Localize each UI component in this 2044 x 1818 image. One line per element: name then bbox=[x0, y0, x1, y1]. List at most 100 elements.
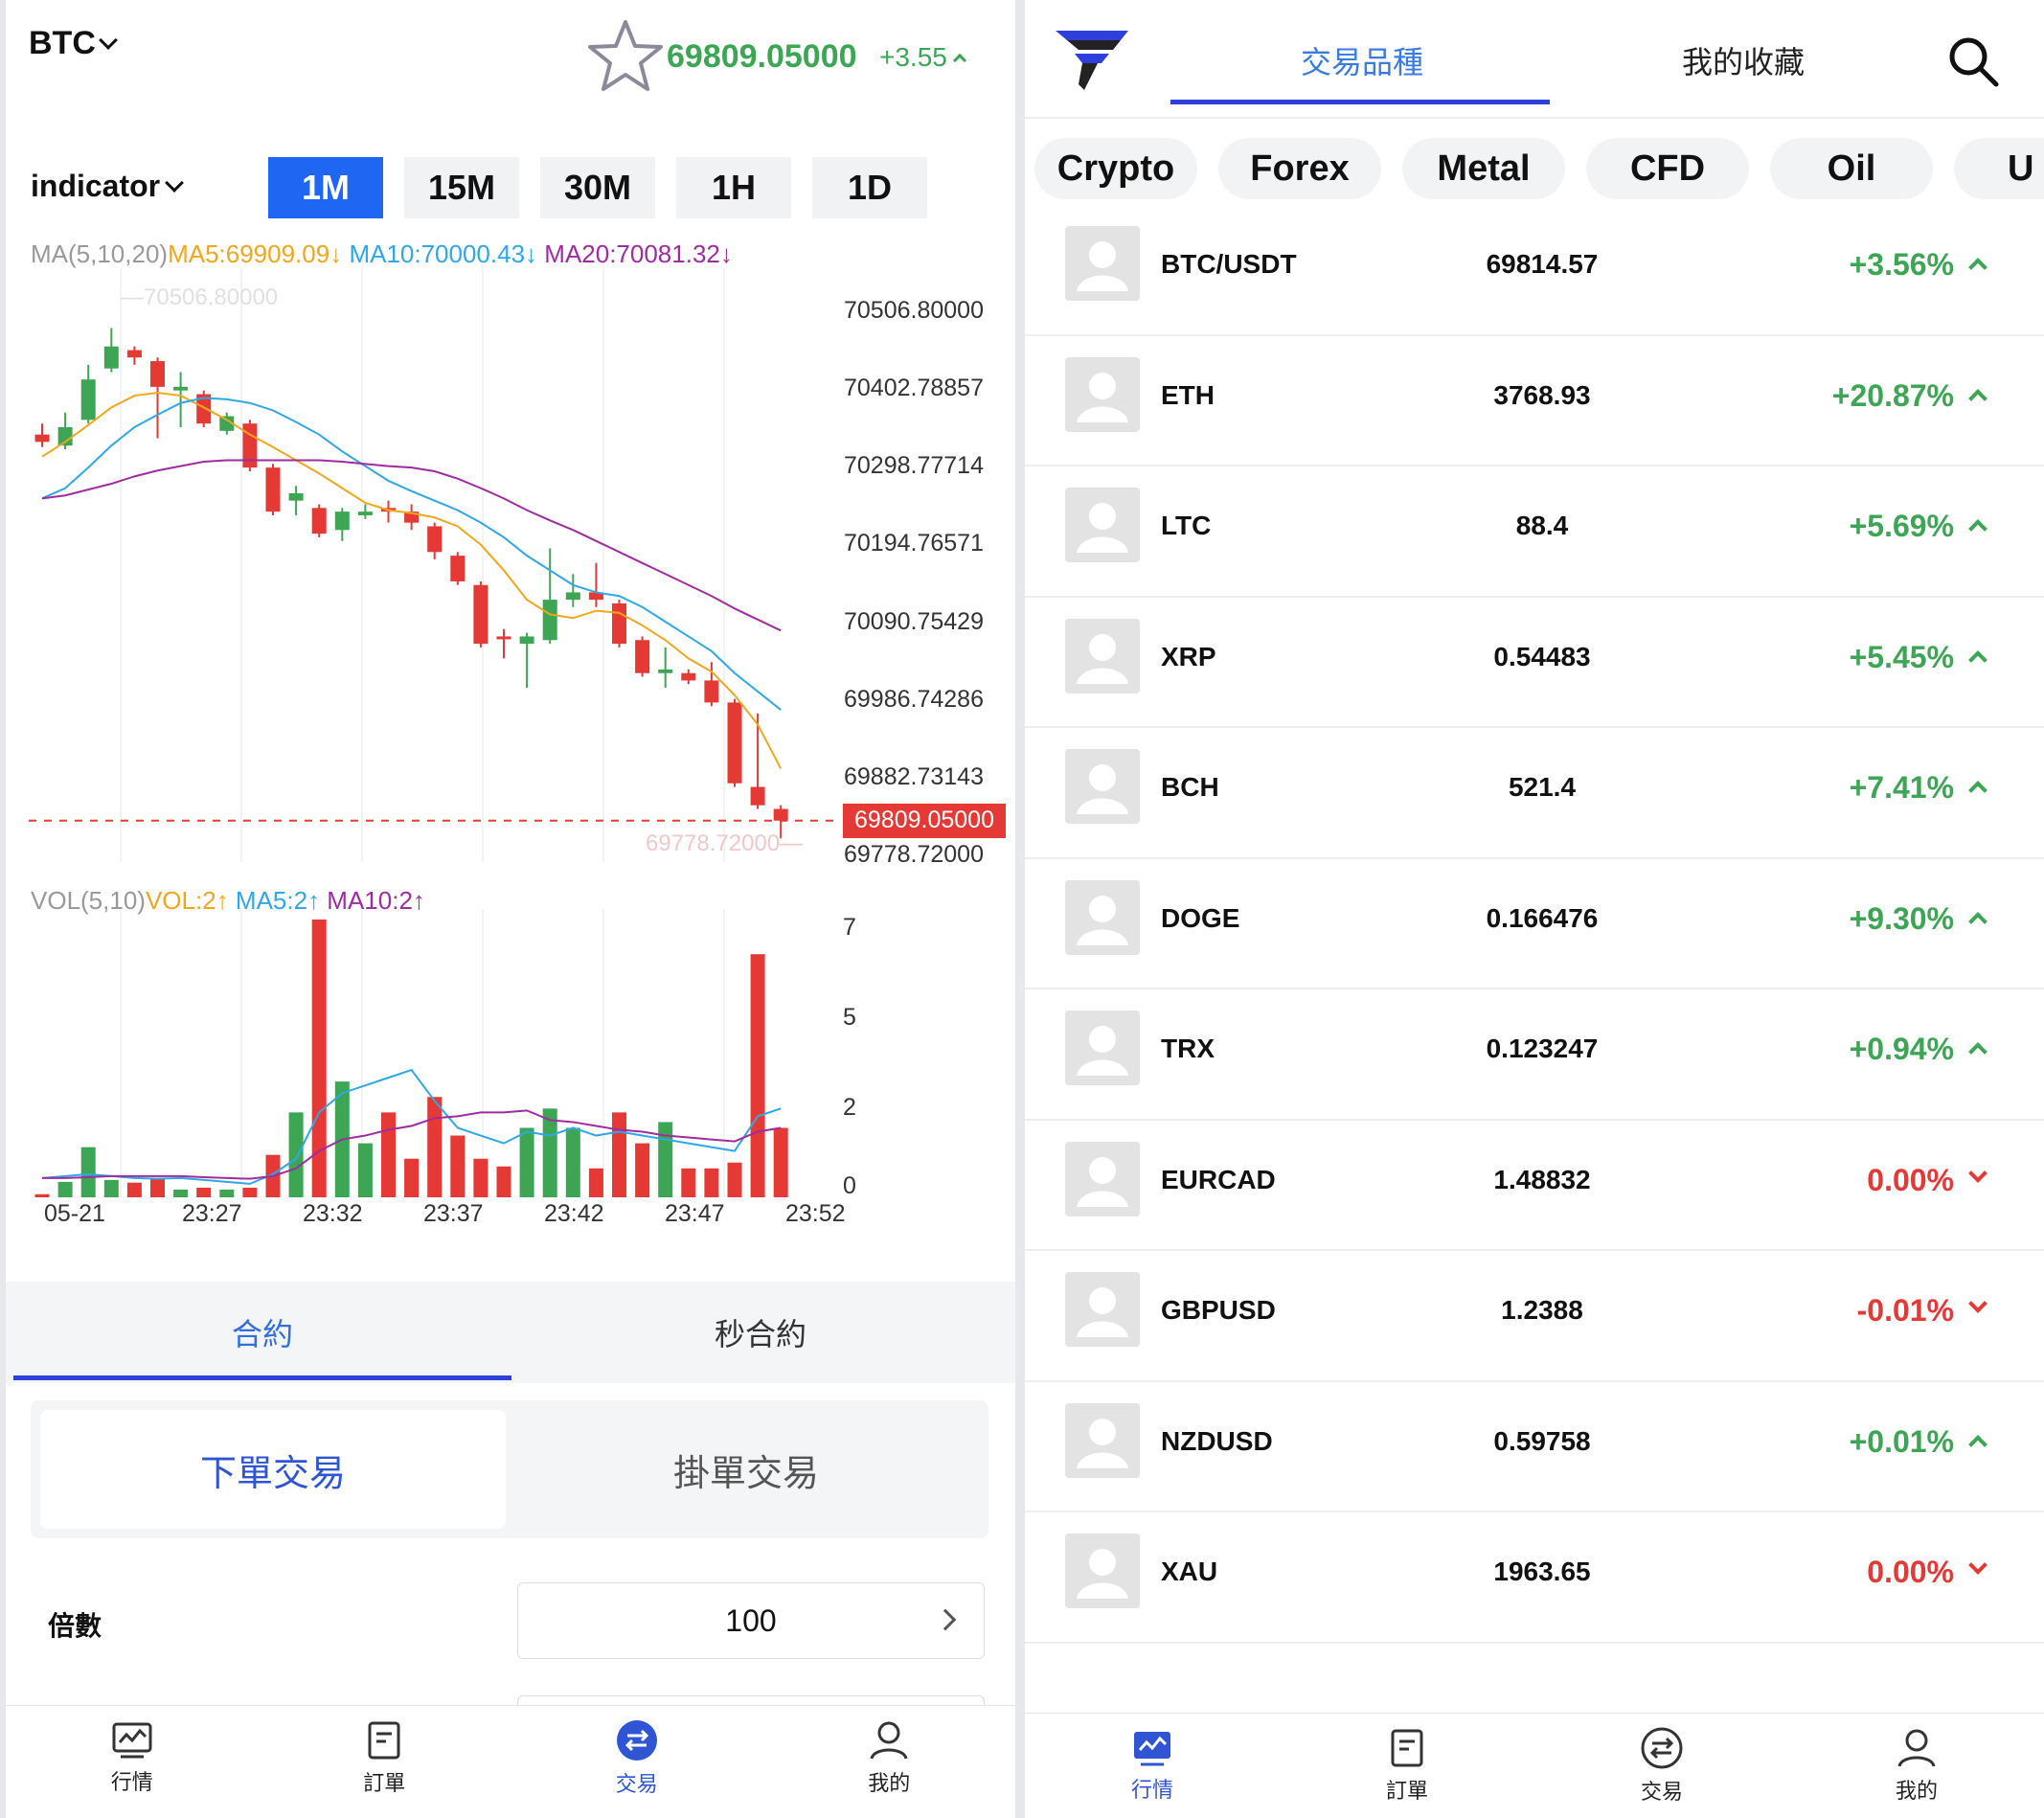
instrument-row[interactable]: NZDUSD 0.59758 +0.01% bbox=[1025, 1382, 2044, 1512]
nav-orders[interactable]: 訂單 bbox=[1280, 1714, 1534, 1818]
chart-monitor-icon bbox=[1134, 1731, 1170, 1765]
chevron-up-icon bbox=[952, 53, 966, 68]
instrument-row[interactable]: LTC 88.4 +5.69% bbox=[1025, 466, 2044, 598]
symbol-selector[interactable]: BTC bbox=[29, 25, 118, 62]
nav-label: 交易 bbox=[615, 1771, 658, 1796]
category-cfd[interactable]: CFD bbox=[1586, 138, 1749, 199]
category-oil[interactable]: Oil bbox=[1770, 138, 1933, 199]
candle-body bbox=[173, 386, 189, 391]
category-metal[interactable]: Metal bbox=[1402, 138, 1565, 199]
tab-second-contract[interactable]: 秒合約 bbox=[511, 1282, 1010, 1383]
instrument-name: BTC/USDT bbox=[1161, 249, 1297, 279]
instrument-row[interactable]: BCH 521.4 +7.41% bbox=[1025, 728, 2044, 859]
candle-body bbox=[727, 702, 742, 784]
indicator-label: indicator bbox=[31, 169, 161, 203]
instrument-name: DOGE bbox=[1161, 902, 1240, 933]
volume-bar bbox=[34, 1193, 50, 1197]
price-change-value: +3.55 bbox=[879, 42, 947, 72]
category-crypto[interactable]: Crypto bbox=[1034, 138, 1197, 199]
instrument-row[interactable]: EURCAD 1.48832 0.00% bbox=[1025, 1121, 2044, 1251]
instrument-name: TRX bbox=[1161, 1034, 1215, 1063]
timeframe-15m[interactable]: 15M bbox=[404, 157, 519, 218]
exchange-icon bbox=[1641, 1727, 1683, 1768]
candle-body bbox=[427, 526, 443, 553]
candle-body bbox=[542, 600, 557, 641]
instrument-name: NZDUSD bbox=[1161, 1425, 1273, 1456]
timeframe-1h[interactable]: 1H bbox=[676, 157, 791, 218]
instrument-price: 1.2388 bbox=[1501, 1295, 1583, 1325]
instrument-row[interactable]: XRP 0.54483 +5.45% bbox=[1025, 598, 2044, 728]
instrument-price: 0.54483 bbox=[1493, 641, 1591, 671]
user-placeholder-icon bbox=[1065, 1402, 1140, 1478]
ma5-arrow-icon: ↓ bbox=[329, 239, 343, 268]
x-tick-label: 23:52 bbox=[785, 1200, 846, 1227]
tab-favorites[interactable]: 我的收藏 bbox=[1682, 38, 1805, 82]
order-type-switch: 下單交易 掛單交易 bbox=[31, 1400, 988, 1538]
instrument-name: BCH bbox=[1161, 772, 1219, 802]
volume-tick-label: 0 bbox=[843, 1172, 856, 1199]
market-order-button[interactable]: 下單交易 bbox=[40, 1410, 506, 1529]
tab-contract[interactable]: 合約 bbox=[13, 1282, 511, 1383]
nav-profile[interactable]: 我的 bbox=[763, 1706, 1016, 1810]
nav-label: 交易 bbox=[1640, 1779, 1683, 1804]
timeframe-1m[interactable]: 1M bbox=[268, 157, 383, 218]
nav-market[interactable]: 行情 bbox=[1025, 1714, 1280, 1818]
x-tick-label: 23:32 bbox=[303, 1200, 363, 1227]
instrument-price: 0.166476 bbox=[1486, 902, 1599, 933]
chevron-up-icon bbox=[1968, 258, 1987, 277]
ma20-value: MA20:70081.32 bbox=[544, 239, 720, 268]
timeframe-1d[interactable]: 1D bbox=[812, 157, 927, 218]
favorite-star-icon[interactable] bbox=[586, 17, 665, 94]
volume-bar bbox=[496, 1166, 511, 1197]
volume-bar bbox=[196, 1187, 212, 1197]
instrument-price: 521.4 bbox=[1508, 772, 1577, 802]
instrument-change: +3.56% bbox=[1849, 247, 1954, 282]
instrument-row[interactable]: BTC/USDT 69814.57 +3.56% bbox=[1025, 205, 2044, 336]
instrument-row[interactable]: GBPUSD 1.2388 -0.01% bbox=[1025, 1251, 2044, 1382]
nav-orders[interactable]: 訂單 bbox=[259, 1706, 511, 1810]
timeframe-30m[interactable]: 30M bbox=[540, 157, 655, 218]
volume-bar bbox=[542, 1108, 557, 1197]
nav-trade[interactable]: 交易 bbox=[511, 1706, 763, 1810]
search-icon[interactable] bbox=[1944, 33, 2002, 90]
avatar bbox=[1065, 1534, 1140, 1608]
volume-tick-label: 7 bbox=[843, 914, 856, 941]
tab-instruments[interactable]: 交易品種 bbox=[1301, 38, 1423, 82]
leverage-label: 倍數 bbox=[48, 1611, 102, 1641]
category-forex[interactable]: Forex bbox=[1218, 138, 1381, 199]
candle-body bbox=[496, 636, 511, 640]
instrument-change: +7.41% bbox=[1849, 770, 1954, 805]
brand-logo bbox=[1056, 31, 1128, 90]
instrument-list: BTC/USDT 69814.57 +3.56% ETH 3768.93 +20.87% L… bbox=[1025, 205, 2044, 1644]
volume-bar bbox=[381, 1112, 396, 1197]
instrument-row[interactable]: TRX 0.123247 +0.94% bbox=[1025, 989, 2044, 1121]
volume-bar bbox=[681, 1168, 696, 1197]
nav-market[interactable]: 行情 bbox=[6, 1706, 259, 1810]
instrument-price: 0.123247 bbox=[1486, 1034, 1599, 1063]
indicator-selector[interactable]: indicator bbox=[31, 169, 185, 204]
chevron-down-icon bbox=[98, 30, 118, 50]
instrument-row[interactable]: DOGE 0.166476 +9.30% bbox=[1025, 859, 2044, 989]
instrument-row[interactable]: ETH 3768.93 +20.87% bbox=[1025, 336, 2044, 466]
volume-bar bbox=[288, 1112, 304, 1197]
candle-body bbox=[150, 361, 165, 387]
volume-bar bbox=[727, 1162, 742, 1197]
instrument-name: XAU bbox=[1161, 1557, 1218, 1586]
y-tick-label: 69986.74286 bbox=[844, 685, 984, 713]
nav-profile[interactable]: 我的 bbox=[1789, 1714, 2044, 1818]
candle-body bbox=[704, 680, 719, 703]
leverage-selector[interactable]: 100 bbox=[517, 1582, 985, 1659]
chevron-down-icon bbox=[1968, 1556, 1987, 1575]
volume-bar bbox=[612, 1112, 626, 1197]
user-placeholder-icon bbox=[1065, 1534, 1140, 1608]
category-more[interactable]: U bbox=[1954, 138, 2044, 199]
candle-body bbox=[80, 379, 96, 420]
instrument-name: GBPUSD bbox=[1161, 1295, 1276, 1325]
nav-trade[interactable]: 交易 bbox=[1534, 1714, 1789, 1818]
instrument-row[interactable]: XAU 1963.65 0.00% bbox=[1025, 1512, 2044, 1644]
y-tick-label: 70194.76571 bbox=[844, 530, 984, 557]
ma5-line bbox=[41, 391, 783, 769]
limit-order-button[interactable]: 掛單交易 bbox=[513, 1410, 979, 1529]
chevron-up-icon bbox=[1968, 781, 1987, 800]
trade-panel: BTC 69809.05000 +3.55 indicator 1M 15M 3… bbox=[6, 0, 1015, 1818]
